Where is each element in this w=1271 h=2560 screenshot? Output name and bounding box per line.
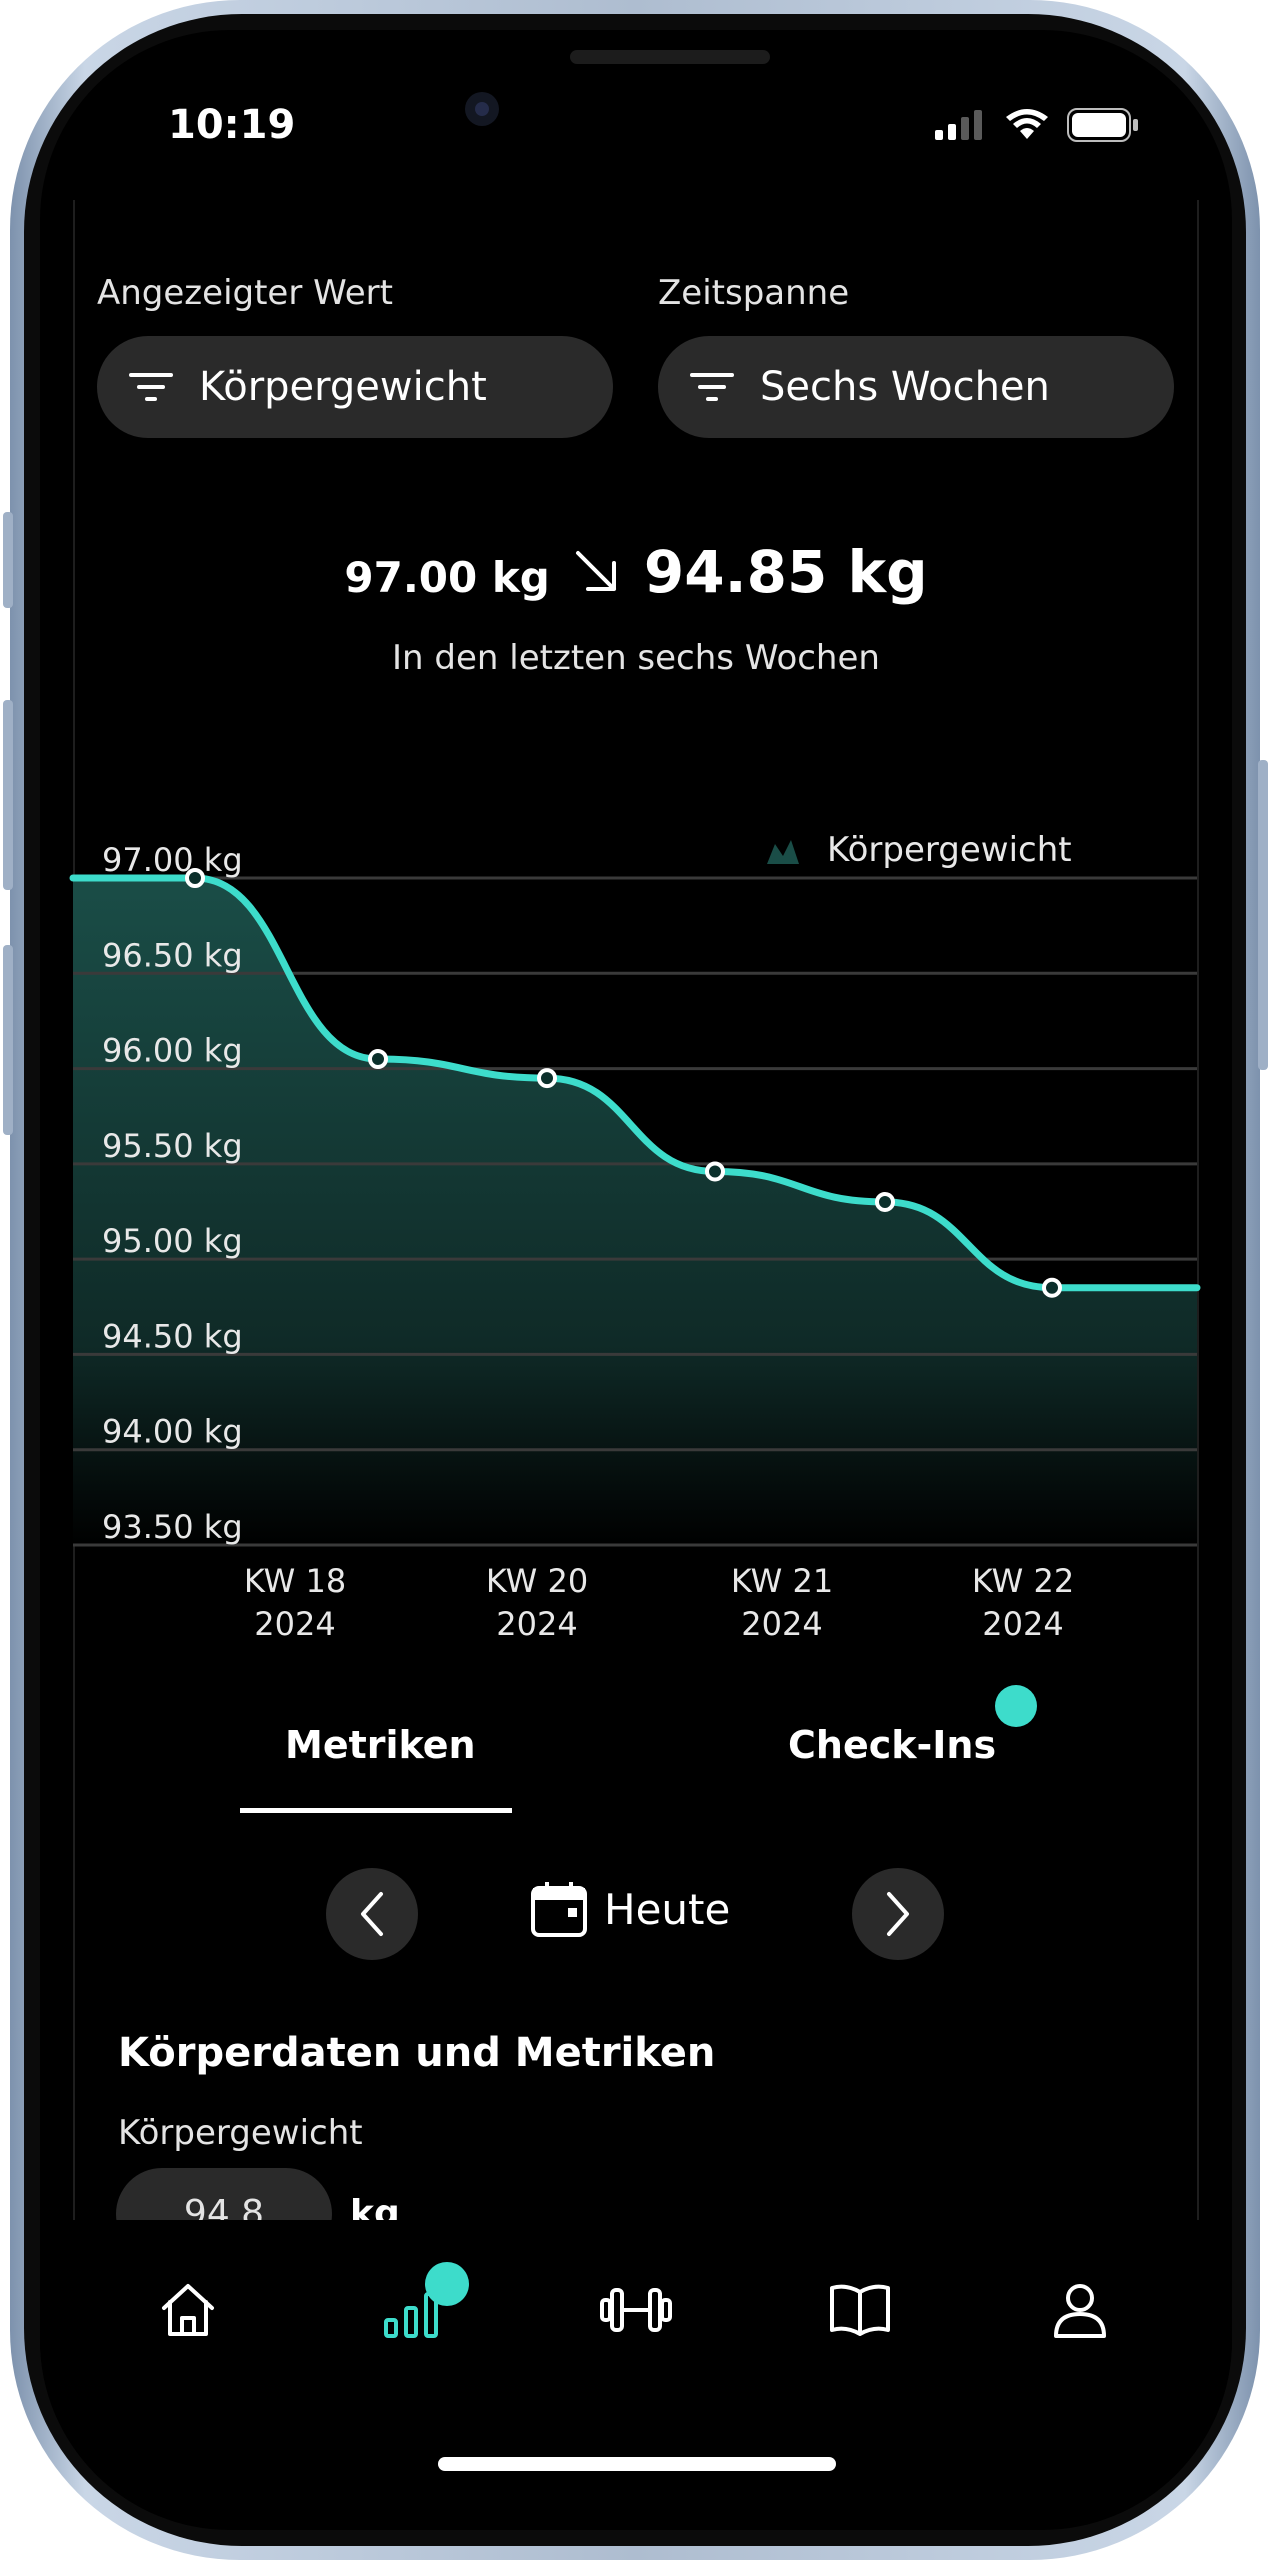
tab-metrics[interactable]: Metriken bbox=[285, 1723, 476, 1767]
content-edge-right bbox=[1197, 200, 1199, 2390]
date-selector[interactable]: Heute bbox=[530, 1880, 730, 1938]
home-icon bbox=[162, 2284, 214, 2336]
screen: 10:19 Angezeigter Wert Zeitspanne Körper… bbox=[40, 30, 1232, 2530]
action-button bbox=[3, 512, 13, 608]
range-filter-button[interactable]: Sechs Wochen bbox=[658, 336, 1174, 438]
y-tick-label: 95.00 kg bbox=[102, 1222, 243, 1260]
filter-icon bbox=[129, 373, 173, 401]
x-tick-label: KW 21 bbox=[731, 1562, 833, 1600]
legend-area-icon bbox=[767, 840, 799, 864]
value-filter-button[interactable]: Körpergewicht bbox=[97, 336, 613, 438]
nav-home[interactable] bbox=[158, 2282, 218, 2342]
power-button bbox=[1258, 760, 1268, 1070]
y-tick-label: 94.00 kg bbox=[102, 1413, 243, 1451]
checkins-notification-dot bbox=[995, 1685, 1037, 1727]
chart-area-fill bbox=[73, 878, 1197, 1545]
x-tick-year-label: 2024 bbox=[741, 1605, 822, 1643]
legend-label: Körpergewicht bbox=[827, 830, 1072, 870]
book-icon bbox=[830, 2284, 890, 2336]
front-camera bbox=[465, 92, 499, 126]
home-indicator bbox=[438, 2457, 836, 2471]
metric-label: Körpergewicht bbox=[118, 2113, 363, 2153]
y-tick-label: 96.50 kg bbox=[102, 936, 243, 974]
x-tick-year-label: 2024 bbox=[496, 1605, 577, 1643]
previous-day-button[interactable] bbox=[326, 1868, 418, 1960]
arrow-down-right-icon bbox=[575, 551, 616, 591]
progress-notification-dot bbox=[425, 2262, 469, 2306]
range-filter-selected: Sechs Wochen bbox=[760, 364, 1050, 410]
chart-series-line bbox=[69, 874, 1201, 1292]
x-tick-label: KW 18 bbox=[244, 1562, 346, 1600]
calendar-icon bbox=[531, 1882, 587, 1937]
status-time: 10:19 bbox=[168, 102, 296, 148]
summary-subtitle: In den letzten sechs Wochen bbox=[392, 638, 880, 678]
chart-data-point bbox=[185, 868, 205, 888]
chart-data-point bbox=[1042, 1277, 1062, 1298]
current-weight: 94.85 kg bbox=[643, 538, 928, 606]
x-tick-label: KW 22 bbox=[972, 1562, 1074, 1600]
y-tick-label: 97.00 kg bbox=[102, 841, 243, 879]
chart-data-point bbox=[875, 1191, 895, 1212]
cellular-signal-icon bbox=[935, 110, 982, 140]
y-tick-label: 95.50 kg bbox=[102, 1127, 243, 1165]
nav-profile[interactable] bbox=[1052, 2282, 1108, 2342]
date-label-text: Heute bbox=[604, 1884, 731, 1934]
tab-metrics-underline bbox=[240, 1808, 512, 1813]
value-filter-selected: Körpergewicht bbox=[199, 364, 487, 410]
chevron-left-icon bbox=[361, 1892, 383, 1936]
chart-data-point bbox=[537, 1068, 557, 1089]
nav-workouts[interactable] bbox=[600, 2282, 672, 2342]
y-tick-label: 96.00 kg bbox=[102, 1032, 243, 1070]
content-edge-left bbox=[73, 200, 75, 2390]
tab-checkins[interactable]: Check-Ins bbox=[788, 1723, 996, 1767]
section-title: Körperdaten und Metriken bbox=[118, 2030, 716, 2076]
wifi-icon bbox=[1006, 109, 1048, 139]
start-weight: 97.00 kg bbox=[344, 553, 550, 602]
value-filter-label: Angezeigter Wert bbox=[97, 273, 393, 313]
chart-legend: Körpergewicht bbox=[765, 830, 1072, 870]
nav-library[interactable] bbox=[828, 2282, 892, 2342]
chart-data-point bbox=[705, 1161, 725, 1182]
volume-down-button bbox=[3, 945, 13, 1135]
chart-data-point bbox=[368, 1049, 388, 1070]
range-filter-label: Zeitspanne bbox=[658, 273, 850, 313]
filter-icon bbox=[690, 373, 734, 401]
chevron-right-icon bbox=[887, 1892, 909, 1936]
y-tick-label: 93.50 kg bbox=[102, 1508, 243, 1546]
next-day-button[interactable] bbox=[852, 1868, 944, 1960]
weight-summary: 97.00 kg 94.85 kg bbox=[40, 538, 1232, 606]
x-tick-label: KW 20 bbox=[486, 1562, 588, 1600]
earpiece-speaker bbox=[570, 50, 770, 64]
dumbbell-icon bbox=[600, 2288, 672, 2332]
status-icons bbox=[935, 108, 1139, 142]
user-icon bbox=[1054, 2284, 1106, 2338]
y-tick-label: 94.50 kg bbox=[102, 1317, 243, 1355]
battery-icon bbox=[1067, 108, 1138, 142]
x-tick-year-label: 2024 bbox=[982, 1605, 1063, 1643]
volume-up-button bbox=[3, 700, 13, 890]
x-tick-year-label: 2024 bbox=[254, 1605, 335, 1643]
